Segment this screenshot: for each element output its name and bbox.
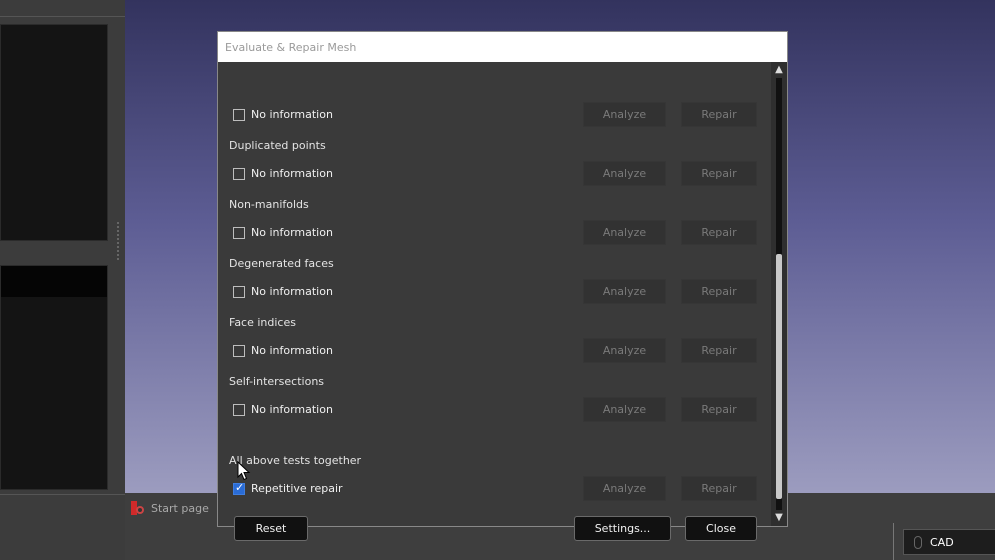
check-row-label: No information [251,344,333,357]
check-row-non-manifolds: No information Analyze Repair [218,220,771,246]
tab-label: Start page [151,501,209,515]
tab-start-page[interactable]: Start page [131,498,209,518]
checkbox-icon[interactable] [233,227,245,239]
repair-button[interactable]: Repair [681,279,757,304]
panel-divider [0,494,125,495]
analyze-button[interactable]: Analyze [583,220,666,245]
tree-view-panel[interactable] [0,24,108,241]
check-row-face-indices: No information Analyze Repair [218,338,771,364]
check-row-repetitive-repair: Repetitive repair Analyze Repair [218,476,771,502]
checkbox-icon[interactable] [233,168,245,180]
analyze-button[interactable]: Analyze [583,279,666,304]
workbench-label: CAD [930,535,954,549]
chevron-down-icon[interactable]: ▼ [771,511,787,525]
repair-button[interactable]: Repair [681,220,757,245]
mouse-icon [914,536,922,549]
property-view-panel[interactable] [0,265,108,490]
evaluate-repair-mesh-dialog: Evaluate & Repair Mesh No information An… [217,31,788,541]
repair-all-button[interactable]: Repair [681,476,757,501]
scrollbar-thumb[interactable] [776,254,782,499]
check-row-label: No information [251,403,333,416]
close-button[interactable]: Close [685,516,757,541]
chevron-up-icon[interactable]: ▲ [771,63,787,77]
check-row-self-intersections: No information Analyze Repair [218,397,771,423]
repair-button[interactable]: Repair [681,338,757,363]
dialog-content: No information Analyze Repair Duplicated… [218,62,771,541]
check-row-label: No information [251,108,333,121]
check-row-0: No information Analyze Repair [218,102,771,128]
settings-button[interactable]: Settings... [574,516,671,541]
repair-button[interactable]: Repair [681,161,757,186]
checkbox-icon[interactable] [233,404,245,416]
workbench-navigation-button[interactable]: CAD [903,529,995,555]
analyze-button[interactable]: Analyze [583,102,666,127]
analyze-all-button[interactable]: Analyze [583,476,666,501]
dialog-title: Evaluate & Repair Mesh [225,40,357,54]
repair-button[interactable]: Repair [681,397,757,422]
panel-divider [0,16,125,17]
mouse-pointer-icon [237,461,251,481]
checkbox-icon[interactable] [233,481,245,495]
dialog-scrollbar[interactable]: ▲ ▼ [771,62,787,526]
analyze-button[interactable]: Analyze [583,338,666,363]
checkbox-icon[interactable] [233,109,245,121]
section-non-manifolds: Non-manifolds [229,198,309,211]
check-row-label: No information [251,226,333,239]
dialog-titlebar[interactable]: Evaluate & Repair Mesh [218,32,787,62]
repetitive-repair-label: Repetitive repair [251,482,343,495]
freecad-logo-icon [131,501,145,515]
checkbox-icon[interactable] [233,286,245,298]
left-dock-panel [0,0,125,560]
checkbox-icon[interactable] [233,345,245,357]
analyze-button[interactable]: Analyze [583,161,666,186]
splitter-handle[interactable] [117,222,121,260]
section-face-indices: Face indices [229,316,296,329]
status-divider [893,523,894,560]
check-row-duplicated-points: No information Analyze Repair [218,161,771,187]
section-degenerated-faces: Degenerated faces [229,257,334,270]
check-row-label: No information [251,285,333,298]
check-row-degenerated-faces: No information Analyze Repair [218,279,771,305]
reset-button[interactable]: Reset [234,516,308,541]
property-view-header [1,266,107,297]
section-duplicated-points: Duplicated points [229,139,326,152]
check-row-label: No information [251,167,333,180]
section-self-intersections: Self-intersections [229,375,325,388]
repair-button[interactable]: Repair [681,102,757,127]
analyze-button[interactable]: Analyze [583,397,666,422]
